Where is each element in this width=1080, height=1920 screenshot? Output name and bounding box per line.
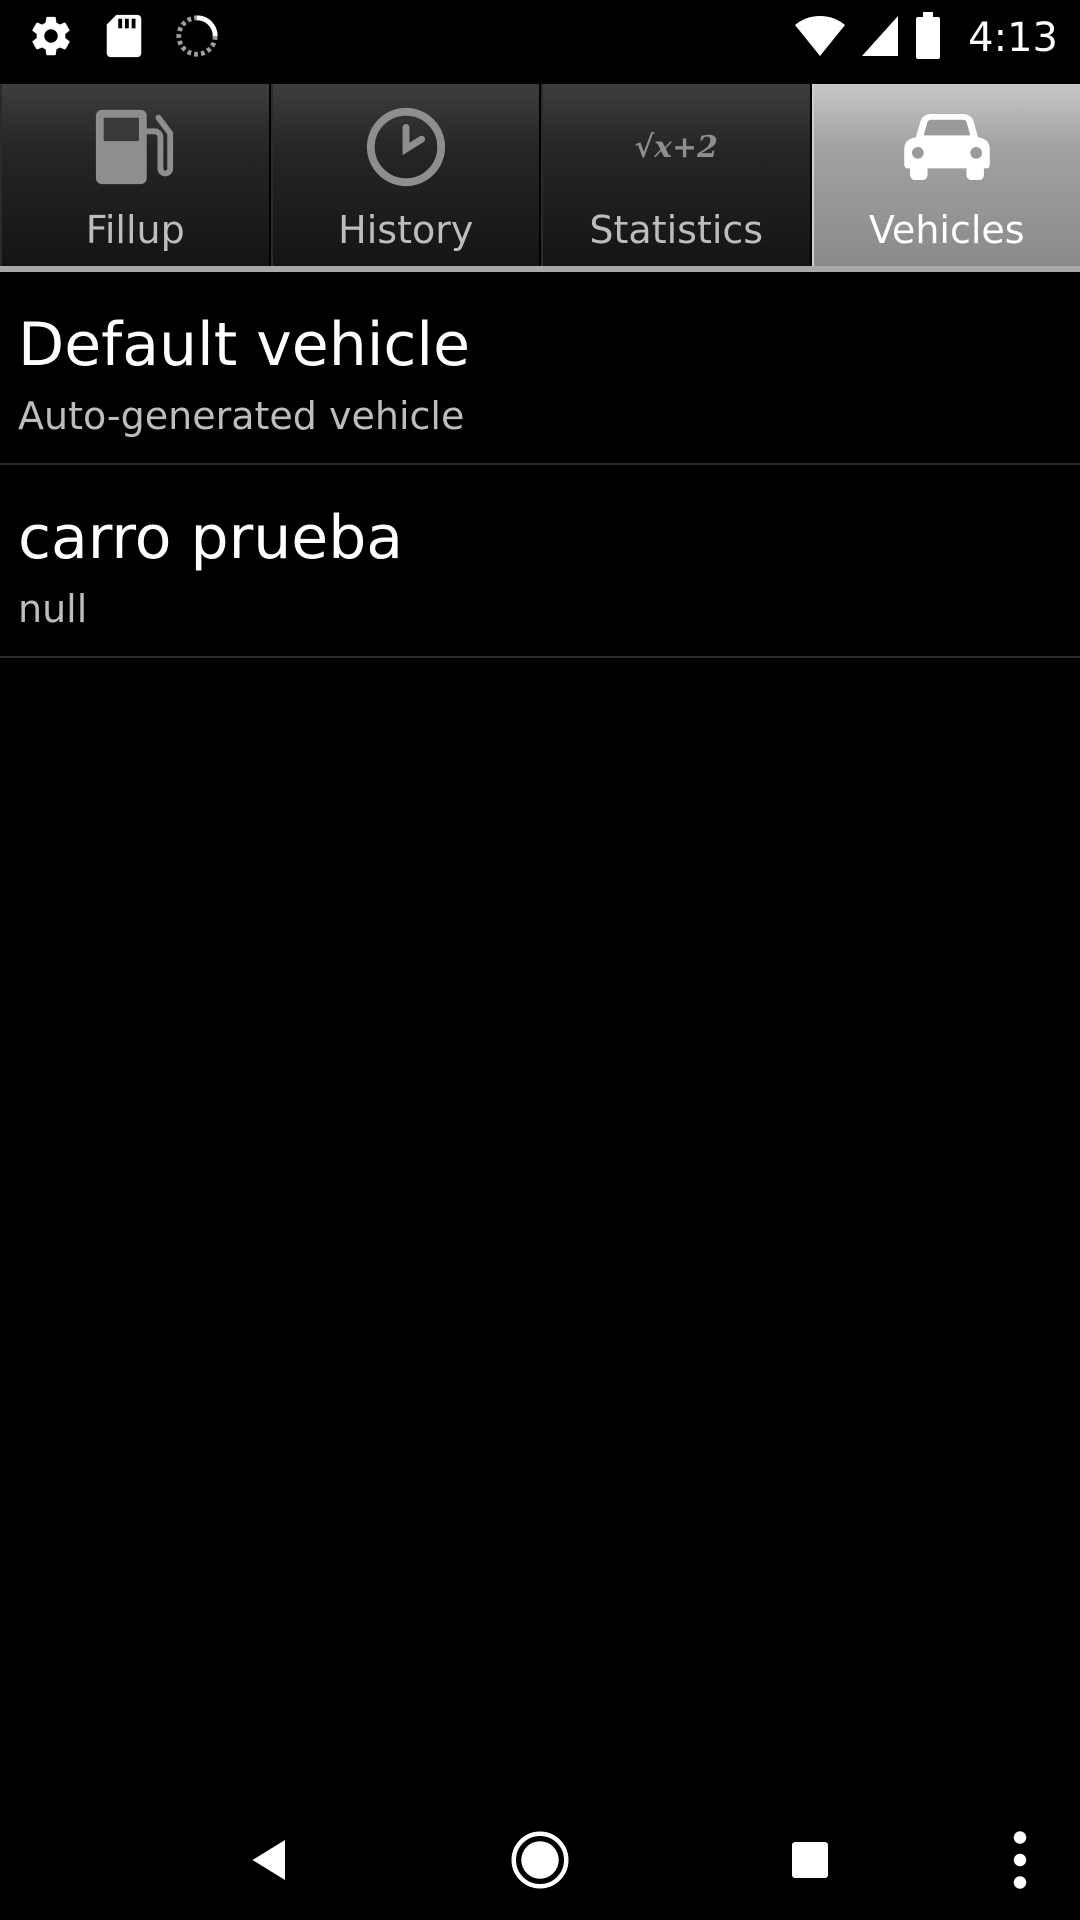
home-icon [511, 1831, 569, 1889]
overflow-menu-button[interactable] [980, 1820, 1060, 1900]
fuel-pump-icon [2, 102, 269, 192]
back-icon [252, 1840, 285, 1880]
status-time: 4:13 [968, 15, 1058, 61]
tab-label: Fillup [85, 208, 185, 252]
list-item[interactable]: Default vehicle Auto-generated vehicle [0, 272, 1080, 465]
wifi-icon [794, 14, 846, 62]
tab-label: Vehicles [868, 208, 1025, 252]
vehicle-name: Default vehicle [18, 310, 470, 380]
battery-icon [914, 12, 942, 64]
vehicle-description: Auto-generated vehicle [18, 394, 465, 438]
tab-fillup[interactable]: Fillup [0, 84, 271, 266]
cell-signal-icon [860, 14, 900, 62]
vehicle-name: carro prueba [18, 503, 404, 573]
vehicle-list: Default vehicle Auto-generated vehicle c… [0, 272, 1080, 658]
home-button[interactable] [500, 1820, 580, 1900]
clock-icon [273, 102, 540, 192]
sqrt-formula-text: √x+2 [634, 129, 719, 165]
recents-button[interactable] [770, 1820, 850, 1900]
overflow-menu-icon [1013, 1831, 1027, 1889]
tab-bar: Fillup History √x+2 Statistics Vehicles [0, 84, 1080, 268]
tab-statistics[interactable]: √x+2 Statistics [541, 84, 812, 266]
back-button[interactable] [230, 1820, 310, 1900]
vehicle-description: null [18, 587, 88, 631]
sqrt-formula-icon: √x+2 [543, 102, 810, 192]
sync-icon [174, 13, 220, 63]
recents-icon [792, 1842, 828, 1878]
sd-card-icon [104, 13, 144, 63]
car-icon [814, 102, 1080, 192]
list-item[interactable]: carro prueba null [0, 465, 1080, 658]
status-bar: 4:13 [0, 0, 1080, 76]
system-icons: 4:13 [794, 10, 1058, 66]
navigation-bar [0, 1800, 1080, 1920]
tab-label: History [338, 208, 474, 252]
notification-icons [28, 12, 220, 64]
tab-vehicles[interactable]: Vehicles [811, 84, 1080, 266]
settings-icon [28, 13, 74, 63]
tab-history[interactable]: History [270, 84, 541, 266]
tab-label: Statistics [589, 208, 764, 252]
